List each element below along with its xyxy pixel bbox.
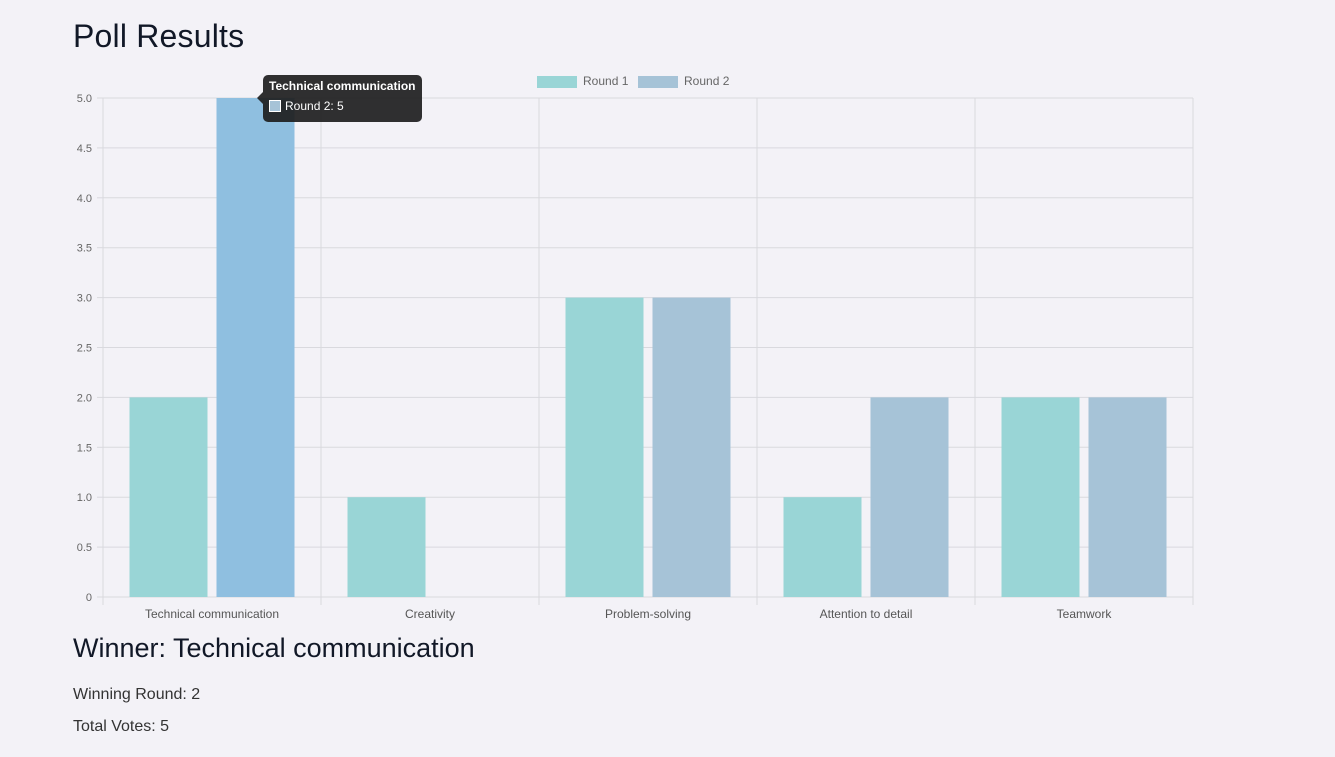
winner-heading: Winner: Technical communication: [73, 633, 475, 663]
y-tick-label: 5.0: [77, 93, 92, 105]
y-tick-label: 4.5: [77, 143, 92, 155]
y-tick-label: 0.5: [77, 542, 92, 554]
poll-results-page: Poll Results 0 0.5 1.0 1.5 2.0 2.5 3.0 3.5 4.0 4.…: [0, 0, 1335, 757]
bar[interactable]: [1001, 397, 1080, 597]
bar[interactable]: [870, 397, 949, 597]
x-tick-label: Teamwork: [1057, 607, 1113, 621]
y-tick-label: 3.0: [77, 293, 92, 305]
bar[interactable]: [783, 497, 862, 597]
tooltip-swatch: [269, 100, 281, 112]
y-tick-label: 2.0: [77, 392, 92, 404]
y-tick-label: 4.0: [77, 193, 92, 205]
bar-chart-svg[interactable]: 0 0.5 1.0 1.5 2.0 2.5 3.0 3.5 4.0 4.5 5.0 Technical…: [0, 0, 1335, 640]
y-tick-label: 0: [86, 592, 92, 604]
legend-swatch[interactable]: [537, 76, 577, 88]
legend-label[interactable]: Round 1: [583, 74, 629, 88]
y-tick-label: 2.5: [77, 343, 92, 355]
bar[interactable]: [1088, 397, 1167, 597]
bar[interactable]: [565, 297, 644, 597]
winning-round-text: Winning Round: 2: [73, 686, 201, 703]
bar[interactable]: [652, 297, 731, 597]
x-tick-label: Attention to detail: [820, 607, 913, 621]
y-tick-label: 1.0: [77, 492, 92, 504]
tooltip-value: Round 2: 5: [285, 99, 344, 113]
bar[interactable]: [347, 497, 426, 597]
x-tick-label: Technical communication: [145, 607, 279, 621]
tooltip-body: Round 2: 5: [269, 99, 416, 113]
chart-tooltip: Technical communication Round 2: 5: [257, 75, 422, 122]
bar[interactable]: [129, 397, 208, 597]
legend-swatch[interactable]: [638, 76, 678, 88]
legend-label[interactable]: Round 2: [684, 74, 730, 88]
x-tick-label: Creativity: [405, 607, 455, 621]
tooltip-title: Technical communication: [269, 79, 416, 93]
y-tick-label: 1.5: [77, 442, 92, 454]
total-votes-text: Total Votes: 5: [73, 718, 170, 735]
y-tick-label: 3.5: [77, 243, 92, 255]
x-tick-label: Problem-solving: [605, 607, 691, 621]
bar[interactable]: [216, 98, 295, 597]
poll-results-chart[interactable]: 0 0.5 1.0 1.5 2.0 2.5 3.0 3.5 4.0 4.5 5.0 Technical…: [0, 0, 1335, 640]
